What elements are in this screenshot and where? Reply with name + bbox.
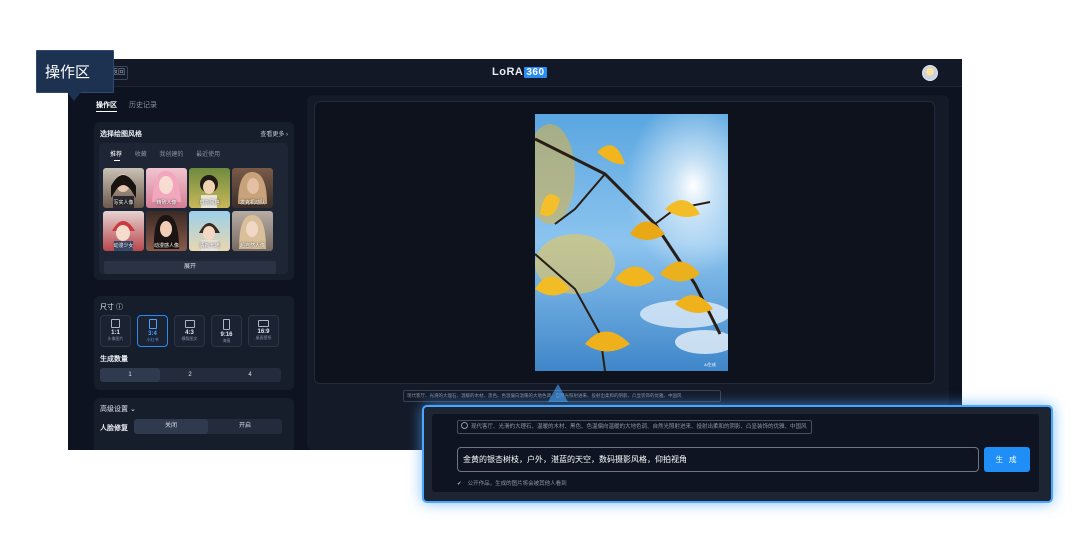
face-fix-toggle: 关闭 开启	[134, 419, 282, 434]
portrait-ratio-icon	[148, 319, 157, 329]
style-card[interactable]: 写实人像	[103, 168, 144, 208]
square-icon	[111, 319, 120, 328]
size-title: 尺寸 ⓘ	[100, 304, 123, 311]
style-caption: 精致人像	[156, 200, 177, 206]
tooltip-label: 操作区	[45, 64, 91, 81]
see-more-link[interactable]: 查看更多 ›	[260, 129, 288, 138]
style-caption: 动漫少女	[113, 243, 134, 249]
ratio-desc: 海报	[222, 338, 231, 343]
zoom-callout: 现代客厅、光滑的大理石、温暖的木材、黑色、色温偏向温暖的大地色调、自然光照射进来…	[422, 405, 1053, 503]
style-caption: 清新卡通	[199, 243, 220, 249]
prompt-chip-text: 现代客厅、光滑的大理石、温暖的木材、黑色、色温偏向温暖的大地色调、自然光照射进来…	[471, 424, 807, 430]
ginkgo-image: AI生成	[535, 114, 728, 371]
section-tooltip: 操作区	[36, 50, 114, 101]
public-note: ✔ 公开作品，生成的图片将会被其他人看到	[457, 479, 567, 487]
subtab-underline	[114, 160, 120, 161]
ratio-desc: 横版图文	[181, 336, 198, 341]
brand-logo: LoRA 360	[492, 66, 547, 78]
generated-image[interactable]: AI生成	[535, 114, 728, 371]
ratio-option-9-16[interactable]: 9:16 海报	[211, 315, 242, 347]
ratio-desc: 头像图片	[107, 336, 124, 341]
callout-pointer	[548, 384, 568, 402]
count-option-4[interactable]: 4	[220, 368, 280, 382]
tab-history[interactable]: 历史记录	[129, 102, 157, 109]
face-fix-label: 人脸修复	[100, 425, 128, 432]
refresh-icon	[461, 422, 468, 429]
landscape-ratio-icon	[184, 320, 195, 328]
style-caption: 发克机动队	[239, 200, 265, 206]
style-card[interactable]: 超自然人像	[232, 211, 273, 251]
check-icon[interactable]: ✔	[457, 481, 462, 487]
generate-button[interactable]: 生 成	[984, 447, 1030, 472]
brand-text: LoRA	[492, 66, 524, 78]
prompt-chip[interactable]: 现代客厅、光滑的大理石、温暖的木材、黑色、色温偏向温暖的大地色调、自然光照射进来…	[457, 420, 812, 434]
count-option-2[interactable]: 2	[160, 368, 220, 382]
subtab-favorites[interactable]: 收藏	[135, 152, 147, 158]
size-panel: 尺寸 ⓘ 1:1 头像图片 3:4 小红书 4:3 横版图文 9:16 海报 1…	[94, 296, 294, 390]
public-note-text: 公开作品，生成的图片将会被其他人看到	[467, 481, 567, 487]
ratio-desc: 小红书	[146, 337, 159, 342]
user-avatar[interactable]	[922, 65, 938, 81]
advanced-toggle[interactable]: 高级设置 ⌄	[100, 404, 136, 414]
style-card[interactable]: 动漫感人像	[146, 211, 187, 251]
advanced-panel: 高级设置 ⌄ 人脸修复 关闭 开启	[94, 398, 294, 450]
watermark: AI生成	[704, 361, 716, 367]
style-caption: 写实人像	[113, 200, 134, 206]
app-window: 返回 LoRA 360 操作区 历史记录 选择绘图风格 查看更多 › 推荐 收藏 …	[68, 59, 962, 450]
face-fix-on[interactable]: 开启	[208, 419, 282, 434]
subtab-recommend[interactable]: 推荐	[110, 152, 122, 158]
style-card[interactable]: 动漫少女	[103, 211, 144, 251]
face-fix-off[interactable]: 关闭	[134, 419, 208, 434]
wide-ratio-icon	[258, 320, 269, 327]
top-bar: 返回 LoRA 360	[68, 59, 962, 87]
prompt-input[interactable]: 金黄的银杏树枝，户外，湛蓝的天空，数码摄影风格，仰拍视角	[457, 447, 979, 472]
sidebar: 操作区 历史记录 选择绘图风格 查看更多 › 推荐 收藏 我创建的 最近使用 写…	[91, 94, 297, 450]
sidebar-tabs: 操作区 历史记录	[96, 100, 167, 112]
style-card[interactable]: 日杂风格	[189, 168, 230, 208]
style-panel: 选择绘图风格 查看更多 › 推荐 收藏 我创建的 最近使用 写实人像 精致人像 …	[94, 122, 294, 280]
style-card[interactable]: 发克机动队	[232, 168, 273, 208]
style-caption: 日杂风格	[199, 200, 220, 206]
ratio-option-3-4[interactable]: 3:4 小红书	[137, 315, 168, 347]
style-gallery: 推荐 收藏 我创建的 最近使用 写实人像 精致人像 日杂风格 发克机动队 动漫少…	[99, 143, 288, 274]
expand-button[interactable]: 展开	[104, 261, 276, 274]
style-card[interactable]: 清新卡通	[189, 211, 230, 251]
style-card[interactable]: 精致人像	[146, 168, 187, 208]
prompt-panel: 现代客厅、光滑的大理石、温暖的木材、黑色、色温偏向温暖的大地色调、自然光照射进来…	[432, 414, 1039, 492]
ratio-desc: 桌面壁纸	[255, 335, 272, 340]
main-area: AI生成 现代客厅、光滑的大理石、温暖的木材、黑色、色温偏向温暖的大地色调、自然…	[307, 95, 949, 450]
tall-ratio-icon	[223, 319, 230, 330]
style-caption: 超自然人像	[239, 243, 265, 249]
style-subtabs: 推荐 收藏 我创建的 最近使用	[110, 149, 231, 161]
style-caption: 动漫感人像	[153, 243, 179, 249]
image-stage: AI生成	[314, 101, 935, 384]
ratio-option-4-3[interactable]: 4:3 横版图文	[174, 315, 205, 347]
style-title: 选择绘图风格	[100, 131, 142, 138]
count-label: 生成数量	[100, 356, 128, 363]
count-option-1[interactable]: 1	[100, 368, 160, 382]
ratio-option-1-1[interactable]: 1:1 头像图片	[100, 315, 131, 347]
subtab-mine[interactable]: 我创建的	[159, 152, 183, 158]
brand-badge: 360	[524, 67, 547, 78]
tooltip-arrow	[67, 92, 81, 101]
ratio-option-16-9[interactable]: 16:9 桌面壁纸	[248, 315, 279, 347]
tab-operation[interactable]: 操作区	[96, 102, 117, 112]
subtab-recent[interactable]: 最近使用	[196, 152, 220, 158]
count-selector: 1 2 4	[100, 368, 281, 382]
